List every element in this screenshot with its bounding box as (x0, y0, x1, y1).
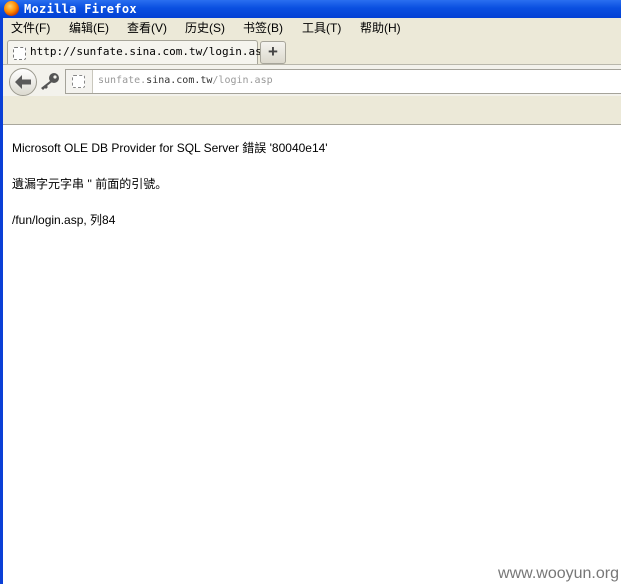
menu-tools[interactable]: 工具(T) (302, 18, 341, 38)
menu-bookmarks[interactable]: 书签(B) (243, 18, 283, 38)
menu-file[interactable]: 文件(F) (11, 18, 50, 38)
tab-title: http://sunfate.sina.com.tw/login.asp (30, 45, 269, 58)
navigation-bar: sunfate.sina.com.tw/login.asp (3, 64, 621, 97)
error-detail: 遺漏字元字串 '' 前面的引號。 (12, 177, 168, 191)
site-identity-key-icon[interactable] (39, 72, 61, 90)
page-favicon-icon (13, 47, 26, 60)
back-arrow-icon (15, 75, 31, 89)
error-heading: Microsoft OLE DB Provider for SQL Server… (12, 141, 328, 155)
menu-bar: 文件(F) 编辑(E) 查看(V) 历史(S) 书签(B) 工具(T) 帮助(H… (3, 18, 621, 38)
bookmarks-toolbar (3, 96, 621, 125)
address-text[interactable]: sunfate.sina.com.tw/login.asp (98, 75, 273, 86)
new-tab-button[interactable]: + (260, 41, 286, 64)
tab-strip: http://sunfate.sina.com.tw/login.asp + (3, 38, 621, 65)
menu-history[interactable]: 历史(S) (185, 18, 225, 38)
menu-edit[interactable]: 编辑(E) (69, 18, 109, 38)
title-bar[interactable]: Mozilla Firefox (0, 0, 621, 18)
menu-view[interactable]: 查看(V) (127, 18, 167, 38)
page-icon (72, 75, 85, 88)
identity-box[interactable] (66, 70, 93, 93)
url-prefix: sunfate. (98, 75, 147, 86)
tab-login-page[interactable]: http://sunfate.sina.com.tw/login.asp (7, 40, 268, 65)
window-title: Mozilla Firefox (24, 2, 137, 16)
firefox-logo-icon (4, 1, 19, 16)
menu-help[interactable]: 帮助(H) (360, 18, 401, 38)
watermark: www.wooyun.org (498, 565, 619, 582)
address-bar[interactable]: sunfate.sina.com.tw/login.asp (65, 69, 621, 94)
back-button[interactable] (9, 68, 37, 96)
url-path: /login.asp (212, 75, 273, 86)
error-location: /fun/login.asp, 列84 (12, 213, 116, 227)
page-content: Microsoft OLE DB Provider for SQL Server… (12, 140, 612, 248)
url-domain: sina.com.tw (146, 75, 213, 86)
